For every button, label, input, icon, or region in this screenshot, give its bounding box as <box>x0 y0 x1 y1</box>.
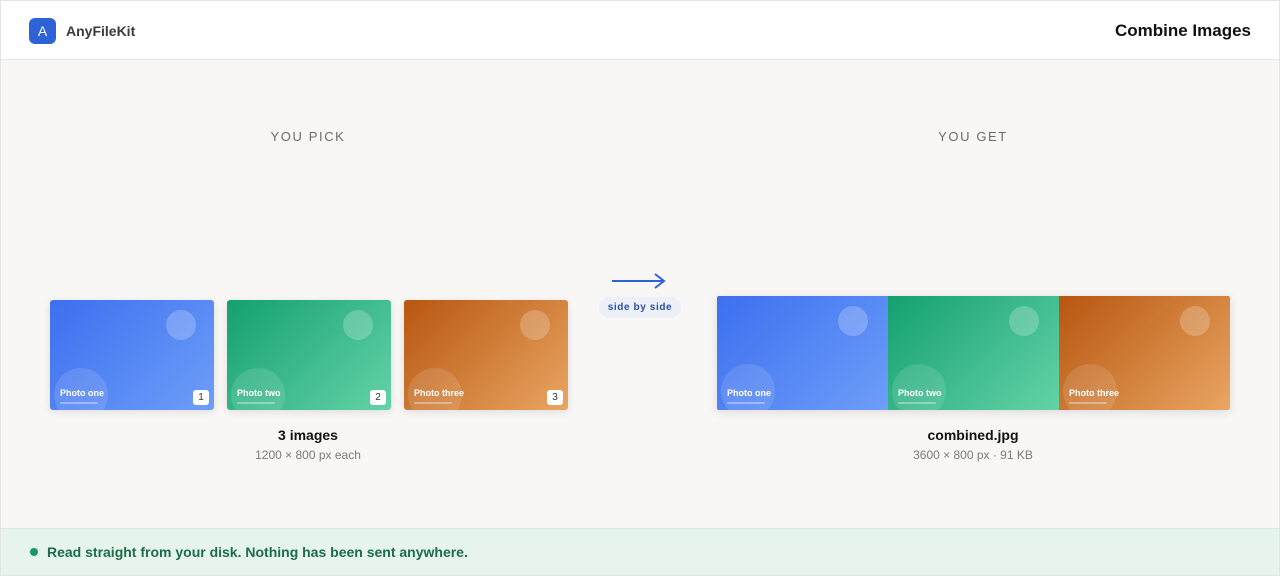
input-image-2[interactable]: Photo two 2 <box>227 300 391 410</box>
photo-subtext <box>1069 402 1107 404</box>
app-window: A AnyFileKit Combine Images YOU PICK YOU… <box>0 0 1280 576</box>
output-filename[interactable]: combined.jpg <box>853 427 1093 443</box>
input-size: 1200 × 800 px each <box>255 448 361 462</box>
decor-circle <box>1180 306 1210 336</box>
combined-segment-2: Photo two <box>888 296 1059 410</box>
photo-subtext <box>60 402 98 404</box>
order-badge: 1 <box>193 390 209 405</box>
photo-label: Photo one <box>727 388 771 398</box>
photo-subtext <box>898 402 936 404</box>
photo-subtext <box>237 402 275 404</box>
input-count: 3 images <box>278 427 338 443</box>
photo-label: Photo three <box>1069 388 1120 398</box>
output-details: 3600 × 800 px · 91 KB <box>913 448 1033 462</box>
photo-label: Photo one <box>60 388 104 398</box>
status-bar: Read straight from your disk. Nothing ha… <box>1 528 1279 575</box>
photo-subtext <box>414 402 452 404</box>
photo-label: Photo two <box>898 388 942 398</box>
order-badge: 2 <box>370 390 386 405</box>
photo-label: Photo two <box>237 388 281 398</box>
input-image-3[interactable]: Photo three 3 <box>404 300 568 410</box>
decor-circle <box>166 310 196 340</box>
status-dot-icon <box>30 548 38 556</box>
combined-segment-1: Photo one <box>717 296 888 410</box>
output-heading: YOU GET <box>938 129 1008 144</box>
arrow-right-icon <box>612 273 666 289</box>
combined-preview: Photo one Photo two Photo three <box>717 296 1230 410</box>
order-badge: 3 <box>547 390 563 405</box>
app-logo: A <box>29 18 56 44</box>
decor-circle <box>343 310 373 340</box>
decor-circle <box>838 306 868 336</box>
photo-label: Photo three <box>414 388 465 398</box>
input-image-1[interactable]: Photo one 1 <box>50 300 214 410</box>
page-title: Combine Images <box>1114 21 1251 40</box>
decor-circle <box>520 310 550 340</box>
privacy-status: Read straight from your disk. Nothing ha… <box>47 544 468 560</box>
combine-mode-label[interactable]: side by side <box>599 297 681 318</box>
combined-segment-3: Photo three <box>1059 296 1230 410</box>
photo-subtext <box>727 402 765 404</box>
decor-circle <box>1009 306 1039 336</box>
header: A AnyFileKit Combine Images <box>1 1 1279 60</box>
input-heading: YOU PICK <box>270 129 346 144</box>
app-name[interactable]: AnyFileKit <box>66 23 135 39</box>
